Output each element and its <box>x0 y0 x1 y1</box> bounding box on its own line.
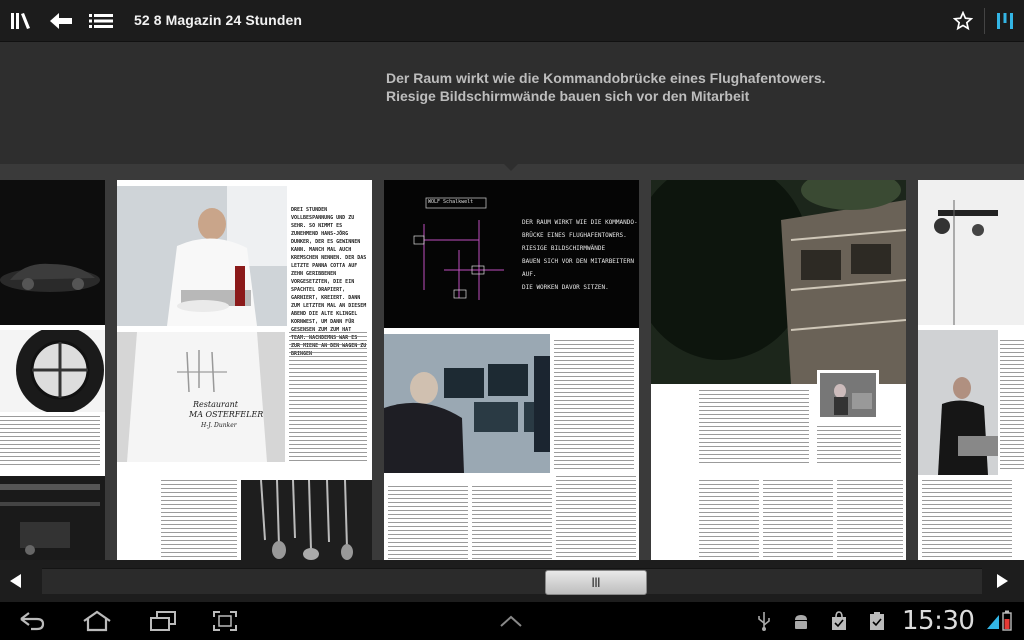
network-screen-photo: WOLF Schalkwelt DER RAUM WIRKT WIE DIE K… <box>384 180 639 328</box>
caption-panel: Der Raum wirkt wie die Kommandobrücke ei… <box>0 42 1024 164</box>
monitor-edge <box>534 356 550 452</box>
up-chevron-icon[interactable] <box>496 602 526 640</box>
lab-photo <box>918 180 1024 325</box>
page-thumbnail-3-current[interactable]: WOLF Schalkwelt DER RAUM WIRKT WIE DIE K… <box>384 180 639 560</box>
scientist-photo <box>918 330 998 475</box>
back-icon[interactable] <box>14 602 48 640</box>
magazine-title: 52 8 Magazin 24 Stunden <box>134 12 303 28</box>
page-scrollbar: ||| <box>0 560 1024 602</box>
text-column <box>1000 340 1024 470</box>
star-icon[interactable] <box>948 0 978 42</box>
page-thumbnail-5[interactable] <box>918 180 1024 560</box>
quote-line: BAUEN SICH VOR DEN MITARBEITERN AUF. <box>522 258 634 278</box>
text-column <box>763 480 833 560</box>
battery-icon <box>984 602 1014 640</box>
text-column <box>837 480 903 560</box>
text-column <box>388 486 468 560</box>
scroll-thumb-grip: ||| <box>591 577 601 588</box>
scroll-left-arrow-icon[interactable] <box>10 574 21 588</box>
page-thumbnail-4[interactable] <box>651 180 906 560</box>
quote-line: RIESIGE BILDSCHIRMWÄNDE <box>522 245 606 252</box>
action-bar-divider <box>984 8 985 34</box>
screenshot-icon[interactable] <box>208 602 242 640</box>
scroll-right-arrow-icon[interactable] <box>997 574 1008 588</box>
screen-label: WOLF Schalkwelt <box>428 199 474 205</box>
scroll-track[interactable] <box>42 568 982 594</box>
page-overview-icon[interactable] <box>990 0 1020 42</box>
library-icon[interactable] <box>4 0 36 42</box>
apron-photo: Restaurant MA OSTERFELER H-J. Dunker <box>117 332 285 462</box>
text-column <box>817 426 901 466</box>
text-column <box>922 480 1012 560</box>
kitchen-utensils-photo <box>241 479 372 560</box>
text-column <box>554 340 634 470</box>
control-room-photo <box>384 328 550 473</box>
chef-photo <box>117 186 287 326</box>
text-column <box>556 476 636 560</box>
page-thumbnail-strip[interactable]: DREI STUNDEN VOLLBESPANNUNG UND ZU SEHR.… <box>0 164 1024 560</box>
text-column <box>699 390 809 464</box>
quote-line: DER RAUM WIRKT WIE DIE KOMMANDO- <box>522 219 638 226</box>
page-thumbnail-1[interactable] <box>0 180 105 560</box>
action-bar: 52 8 Magazin 24 Stunden <box>0 0 1024 42</box>
car-photo <box>0 180 105 325</box>
checklist-icon <box>866 602 888 640</box>
apron-text-1: Restaurant <box>193 400 238 409</box>
back-arrow-icon[interactable] <box>46 0 76 42</box>
clock: 15:30 <box>902 606 975 636</box>
caption-pointer <box>503 163 519 171</box>
image-caption: Der Raum wirkt wie die Kommandobrücke ei… <box>386 70 826 104</box>
logo-photo <box>0 326 105 414</box>
shopping-bag-icon <box>828 602 850 640</box>
text-column <box>161 480 237 560</box>
pull-quote: DER RAUM WIRKT WIE DIE KOMMANDO- BRÜCKE … <box>522 216 638 294</box>
text-column <box>699 480 759 560</box>
apron-text-3: H-J. Dunker <box>201 422 237 429</box>
text-column <box>289 332 367 462</box>
factory-photo <box>0 476 105 560</box>
scroll-thumb[interactable]: ||| <box>545 570 647 595</box>
system-bar: 15:30 <box>0 602 1024 640</box>
apron-text-2: MA OSTERFELER <box>189 410 264 419</box>
usb-icon <box>754 602 774 640</box>
text-column <box>472 486 552 560</box>
quote-line: BRÜCKE EINES FLUGHAFENTOWERS. <box>522 232 627 239</box>
inset-photo <box>817 370 879 420</box>
android-debug-icon <box>790 602 812 640</box>
page-thumbnail-2[interactable]: DREI STUNDEN VOLLBESPANNUNG UND ZU SEHR.… <box>117 180 372 560</box>
text-column <box>0 416 100 466</box>
reader-app: 52 8 Magazin 24 Stunden Der Raum wirkt w… <box>0 0 1024 640</box>
quote-line: DIE WORKEN DAVOR SITZEN. <box>522 284 609 291</box>
table-of-contents-icon[interactable] <box>86 0 116 42</box>
recent-apps-icon[interactable] <box>146 602 180 640</box>
building-photo <box>651 180 906 384</box>
home-icon[interactable] <box>80 602 114 640</box>
